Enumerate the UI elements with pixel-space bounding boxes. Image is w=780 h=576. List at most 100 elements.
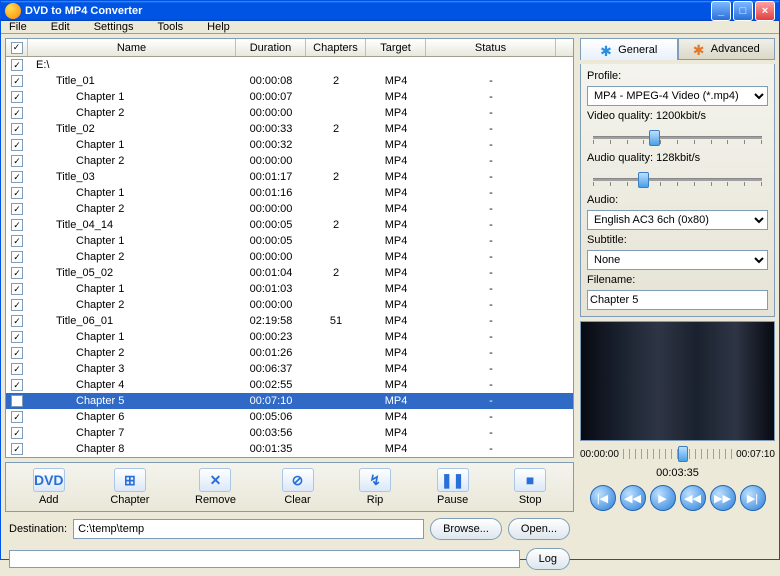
menu-help[interactable]: Help [207,21,230,33]
row-name: Chapter 8 [28,443,236,455]
browse-button[interactable]: Browse... [430,518,502,540]
row-checkbox[interactable]: ✓ [11,267,23,279]
row-checkbox[interactable]: ✓ [11,187,23,199]
table-row[interactable]: ✓Chapter 200:01:26MP4- [6,345,573,361]
row-checkbox[interactable]: ✓ [11,123,23,135]
row-checkbox[interactable]: ✓ [11,315,23,327]
table-row[interactable]: ✓Chapter 600:05:06MP4- [6,409,573,425]
audio-select[interactable]: English AC3 6ch (0x80) [587,210,768,230]
add-button[interactable]: DVDAdd [25,466,73,508]
subtitle-select[interactable]: None [587,250,768,270]
skip-forward-button[interactable]: ▶| [740,485,766,511]
row-checkbox[interactable]: ✓ [11,235,23,247]
row-checkbox[interactable]: ✓ [11,75,23,87]
fast-forward-button[interactable]: ▶▶ [710,485,736,511]
row-checkbox[interactable]: ✓ [11,171,23,183]
grid-body[interactable]: ✓E:\✓Title_0100:00:082MP4-✓Chapter 100:0… [6,57,573,457]
seek-track[interactable] [623,449,732,459]
table-row[interactable]: ✓Chapter 100:00:07MP4- [6,89,573,105]
table-row[interactable]: ✓Chapter 200:00:00MP4- [6,297,573,313]
row-status: - [426,187,556,199]
clear-button[interactable]: ⊘Clear [274,466,322,508]
table-row[interactable]: ✓Title_05_0200:01:042MP4- [6,265,573,281]
row-checkbox[interactable]: ✓ [11,347,23,359]
row-checkbox[interactable]: ✓ [11,443,23,455]
stop-button[interactable]: ■Stop [506,466,554,508]
table-row[interactable]: ✓Chapter 100:00:05MP4- [6,233,573,249]
table-row[interactable]: ✓Chapter 100:01:03MP4- [6,281,573,297]
menu-tools[interactable]: Tools [157,21,183,33]
row-checkbox[interactable]: ✓ [11,331,23,343]
row-checkbox[interactable]: ✓ [11,379,23,391]
table-row[interactable]: ✓Chapter 800:01:35MP4- [6,441,573,457]
time-bar: 00:00:00 00:07:10 [580,445,775,463]
header-name[interactable]: Name [28,39,236,56]
pause-button[interactable]: ❚❚Pause [429,466,477,508]
row-checkbox[interactable]: ✓ [11,219,23,231]
table-row[interactable]: ✓Title_0200:00:332MP4- [6,121,573,137]
row-status: - [426,363,556,375]
close-button[interactable]: × [755,1,775,21]
row-name: Title_05_02 [28,267,236,279]
table-row[interactable]: ✓Chapter 500:07:10MP4- [6,393,573,409]
table-row[interactable]: ✓Title_0300:01:172MP4- [6,169,573,185]
menu-edit[interactable]: Edit [51,21,70,33]
play-button[interactable]: ▶ [650,485,676,511]
table-row[interactable]: ✓Chapter 700:03:56MP4- [6,425,573,441]
row-checkbox[interactable]: ✓ [11,395,23,407]
header-duration[interactable]: Duration [236,39,306,56]
rip-button[interactable]: ↯Rip [351,466,399,508]
header-target[interactable]: Target [366,39,426,56]
row-target: MP4 [366,411,426,423]
row-checkbox[interactable]: ✓ [11,299,23,311]
profile-select[interactable]: MP4 - MPEG-4 Video (*.mp4) [587,86,768,106]
table-row[interactable]: ✓E:\ [6,57,573,73]
minimize-button[interactable]: _ [711,1,731,21]
open-button[interactable]: Open... [508,518,570,540]
log-button[interactable]: Log [526,548,570,570]
skip-back-button[interactable]: |◀ [590,485,616,511]
header-status[interactable]: Status [426,39,556,56]
video-preview[interactable] [580,321,775,441]
video-quality-slider[interactable] [587,126,768,148]
seek-thumb[interactable] [678,446,688,462]
audio-quality-slider[interactable] [587,168,768,190]
tab-general[interactable]: General [580,38,678,60]
destination-input[interactable] [73,519,424,539]
maximize-button[interactable]: □ [733,1,753,21]
table-row[interactable]: ✓Chapter 300:06:37MP4- [6,361,573,377]
table-row[interactable]: ✓Title_04_1400:00:052MP4- [6,217,573,233]
row-checkbox[interactable]: ✓ [11,59,23,71]
table-row[interactable]: ✓Chapter 400:02:55MP4- [6,377,573,393]
table-row[interactable]: ✓Title_06_0102:19:5851MP4- [6,313,573,329]
table-row[interactable]: ✓Chapter 100:00:32MP4- [6,137,573,153]
header-chapters[interactable]: Chapters [306,39,366,56]
table-row[interactable]: ✓Chapter 100:00:23MP4- [6,329,573,345]
table-row[interactable]: ✓Chapter 200:00:00MP4- [6,153,573,169]
row-checkbox[interactable]: ✓ [11,203,23,215]
table-row[interactable]: ✓Chapter 200:00:00MP4- [6,201,573,217]
rewind-button[interactable]: ◀◀ [680,485,706,511]
table-row[interactable]: ✓Chapter 200:00:00MP4- [6,249,573,265]
tab-advanced[interactable]: Advanced [678,38,776,60]
remove-button[interactable]: ✕Remove [187,466,244,508]
table-row[interactable]: ✓Chapter 100:01:16MP4- [6,185,573,201]
table-row[interactable]: ✓Chapter 200:00:00MP4- [6,105,573,121]
row-checkbox[interactable]: ✓ [11,139,23,151]
filename-input[interactable] [587,290,768,310]
chapter-button[interactable]: ⊞Chapter [102,466,157,508]
menubar: File Edit Settings Tools Help [1,21,779,34]
row-checkbox[interactable]: ✓ [11,251,23,263]
row-checkbox[interactable]: ✓ [11,107,23,119]
row-checkbox[interactable]: ✓ [11,427,23,439]
header-checkbox[interactable]: ✓ [6,39,28,56]
row-checkbox[interactable]: ✓ [11,91,23,103]
table-row[interactable]: ✓Title_0100:00:082MP4- [6,73,573,89]
menu-file[interactable]: File [9,21,27,33]
prev-button[interactable]: ◀◀ [620,485,646,511]
row-checkbox[interactable]: ✓ [11,283,23,295]
row-checkbox[interactable]: ✓ [11,155,23,167]
row-checkbox[interactable]: ✓ [11,363,23,375]
menu-settings[interactable]: Settings [94,21,134,33]
row-checkbox[interactable]: ✓ [11,411,23,423]
